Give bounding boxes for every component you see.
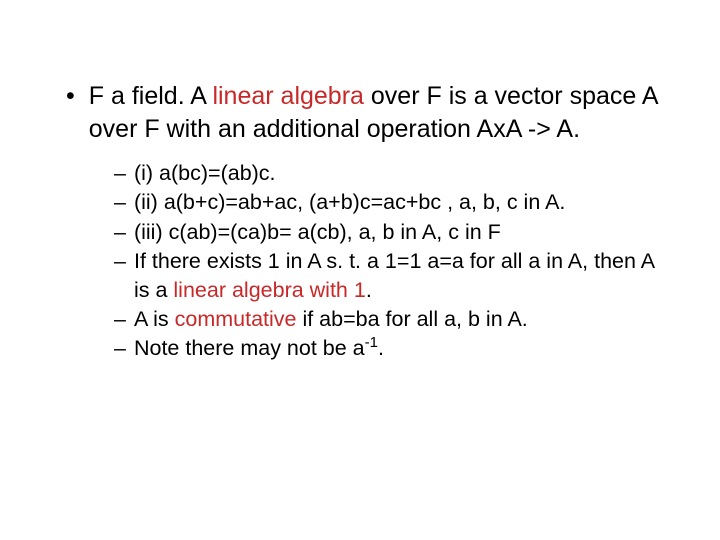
dash-icon: – [114,334,126,362]
sub-list: – (i) a(bc)=(ab)c. – (ii) a(b+c)=ab+ac, … [114,159,660,363]
sub-item-six: – Note there may not be a-1. [114,334,660,362]
main-bullet-text: F a field. A linear algebra over F is a … [89,80,660,145]
sub-six-part-b: . [378,336,384,360]
dash-icon: – [114,188,126,216]
sub-five-part-a: A is [134,307,175,331]
sub-item-five: – A is commutative if ab=ba for all a, b… [114,305,660,333]
bullet-dot-icon: • [66,80,75,113]
dash-icon: – [114,305,126,333]
sub-item-ii: – (ii) a(b+c)=ab+ac, (a+b)c=ac+bc , a, b… [114,188,660,216]
sub-text-iii: (iii) c(ab)=(ca)b= a(cb), a, b in A, c i… [134,218,660,246]
sub-text-i: (i) a(bc)=(ab)c. [134,159,660,187]
sub-text-ii: (ii) a(b+c)=ab+ac, (a+b)c=ac+bc , a, b, … [134,188,660,216]
sub-five-part-b: if ab=ba for all a, b in A. [296,307,527,331]
sub-six-part-a: Note there may not be a [134,336,365,360]
sub-item-iii: – (iii) c(ab)=(ca)b= a(cb), a, b in A, c… [114,218,660,246]
sub-text-six: Note there may not be a-1. [134,334,660,362]
dash-icon: – [114,218,126,246]
sub-text-four: If there exists 1 in A s. t. a 1=1 a=a f… [134,247,660,304]
main-text-x: x [493,115,506,143]
main-text-part1: F a field. A [89,82,213,110]
sub-six-sup: -1 [365,334,378,351]
sub-text-five: A is commutative if ab=ba for all a, b i… [134,305,660,333]
dash-icon: – [114,247,126,275]
main-bullet-item: • F a field. A linear algebra over F is … [60,80,660,145]
dash-icon: – [114,159,126,187]
main-text-red1: linear algebra [212,82,364,110]
sub-four-red: linear algebra with 1 [173,278,365,302]
sub-item-four: – If there exists 1 in A s. t. a 1=1 a=a… [114,247,660,304]
main-text-part3: A -> A. [506,115,580,143]
sub-item-i: – (i) a(bc)=(ab)c. [114,159,660,187]
sub-four-part-b: . [366,278,372,302]
sub-five-red: commutative [175,307,297,331]
slide-content: • F a field. A linear algebra over F is … [0,0,720,404]
